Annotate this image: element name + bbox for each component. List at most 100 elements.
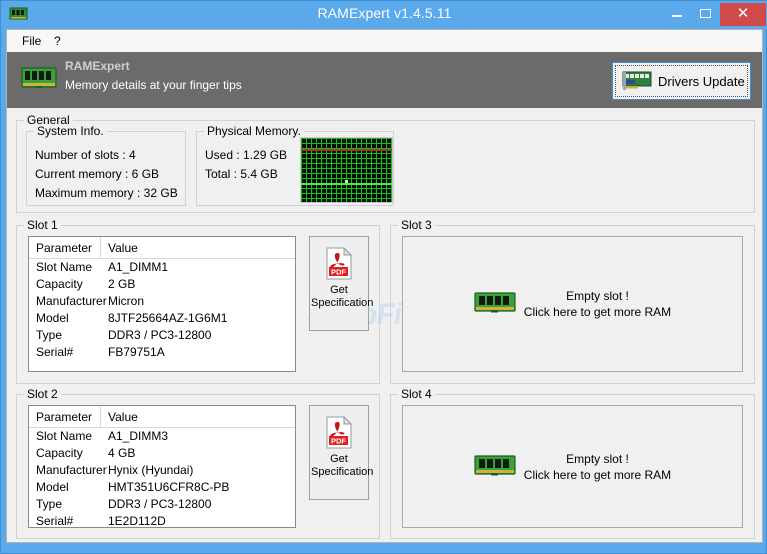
drivers-update-button[interactable]: Drivers Update [612,62,751,100]
window-title: RAMExpert v1.4.5.11 [1,5,767,21]
physical-memory-group: Physical Memory. Used : 1.29 GB Total : … [196,131,394,206]
row-parameter: Serial# [36,345,73,359]
pdf-icon: PDF [325,247,353,280]
row-value: DDR3 / PC3-12800 [108,328,211,342]
application-window: RAMExpert v1.4.5.11 ✕ File ? RA [0,0,767,554]
get-specification-label-line2: Specification [310,297,368,310]
slot-1-table[interactable]: Parameter Value Slot Name A1_DIMM1 Capac… [28,236,296,372]
title-bar: RAMExpert v1.4.5.11 ✕ [1,1,767,29]
slot-2-table[interactable]: Parameter Value Slot Name A1_DIMM3 Capac… [28,405,296,528]
table-row[interactable]: Serial# 1E2D112D [29,513,295,530]
header-value: Value [108,241,138,255]
general-group: General System Info. Number of slots : 4… [16,120,755,213]
slot-3-empty-text: Empty slot ! Click here to get more RAM [524,288,671,320]
slot-4-empty-panel[interactable]: Empty slot ! Click here to get more RAM [402,405,743,528]
slot-3-empty-content: Empty slot ! Click here to get more RAM [403,288,742,320]
svg-text:PDF: PDF [331,436,346,445]
row-value: 4 GB [108,446,135,460]
table-row[interactable]: Model 8JTF25664AZ-1G6M1 [29,310,295,327]
row-value: Micron [108,294,144,308]
row-value: Hynix (Hyundai) [108,463,193,477]
ram-module-icon [474,290,516,318]
slot-4-group: Slot 4 Empty slot ! Click here to ge [390,394,755,539]
slot-2-title: Slot 2 [24,387,61,401]
get-specification-label-line1: Get [310,284,368,297]
minimize-icon [672,15,682,17]
row-value: FB79751A [108,345,165,359]
slot-4-empty-text: Empty slot ! Click here to get more RAM [524,451,671,483]
row-value: 8JTF25664AZ-1G6M1 [108,311,227,325]
physical-memory-used: Used : 1.29 GB [205,148,287,162]
row-parameter: Slot Name [36,260,92,274]
table-row[interactable]: Slot Name A1_DIMM3 [29,428,295,445]
memory-graph-cursor-dot [345,180,348,183]
maximize-button[interactable] [691,3,720,25]
table-row[interactable]: Serial# FB79751A [29,344,295,361]
row-parameter: Capacity [36,277,83,291]
ram-module-icon [474,453,516,481]
pci-card-icon [622,69,652,93]
slot-1-table-header: Parameter Value [29,237,295,259]
system-info-line-maximum: Maximum memory : 32 GB [35,186,178,200]
slot-2-group: Slot 2 Parameter Value Slot Name A1_DIMM… [16,394,380,539]
close-button[interactable]: ✕ [720,3,766,26]
drivers-update-button-inner: Drivers Update [615,65,748,97]
row-parameter: Slot Name [36,429,92,443]
memory-graph-used-line [301,183,392,185]
table-row[interactable]: Slot Name A1_DIMM1 [29,259,295,276]
row-parameter: Type [36,328,62,342]
menu-bar: File ? [6,29,763,52]
row-value: A1_DIMM3 [108,429,168,443]
slot-4-empty-content: Empty slot ! Click here to get more RAM [403,451,742,483]
row-value: 2 GB [108,277,135,291]
table-row[interactable]: Manufacturer Micron [29,293,295,310]
table-row[interactable]: Model HMT351U6CFR8C-PB [29,479,295,496]
row-parameter: Model [36,311,69,325]
system-info-line-current: Current memory : 6 GB [35,167,159,181]
empty-slot-line2: Click here to get more RAM [524,304,671,320]
memory-graph-grid [301,138,392,202]
window-controls: ✕ [662,3,766,27]
slot-2-get-specification-button[interactable]: PDF Get Specification [309,405,369,500]
header-value: Value [108,410,138,424]
banner-subtitle: Memory details at your finger tips [65,78,242,92]
client-area: SnapFiles General System Info. Number of… [6,108,763,543]
close-icon: ✕ [720,3,766,26]
table-row[interactable]: Capacity 4 GB [29,445,295,462]
memory-usage-graph [300,137,393,203]
column-separator [100,237,101,258]
row-value: A1_DIMM1 [108,260,168,274]
menu-item-file[interactable]: File [17,33,46,49]
menu-item-help[interactable]: ? [49,33,66,49]
row-parameter: Manufacturer [36,294,107,308]
empty-slot-line1: Empty slot ! [524,451,671,467]
slot-3-empty-panel[interactable]: Empty slot ! Click here to get more RAM [402,236,743,372]
table-row[interactable]: Type DDR3 / PC3-12800 [29,327,295,344]
slot-1-title: Slot 1 [24,218,61,232]
table-row[interactable]: Manufacturer Hynix (Hyundai) [29,462,295,479]
row-value: DDR3 / PC3-12800 [108,497,211,511]
slot-1-get-specification-button[interactable]: PDF Get Specification [309,236,369,331]
column-separator [100,406,101,427]
system-info-group: System Info. Number of slots : 4 Current… [26,131,186,206]
banner-ram-module-icon [21,64,57,94]
get-specification-label-line2: Specification [310,466,368,479]
row-parameter: Serial# [36,514,73,528]
slot-1-group: Slot 1 Parameter Value Slot Name A1_DIMM… [16,225,380,384]
physical-memory-title: Physical Memory. [204,124,304,138]
row-value: 1E2D112D [108,514,166,528]
empty-slot-line1: Empty slot ! [524,288,671,304]
row-value: HMT351U6CFR8C-PB [108,480,229,494]
get-specification-label-line1: Get [310,453,368,466]
slot-3-title: Slot 3 [398,218,435,232]
maximize-icon [700,9,711,18]
slot-3-group: Slot 3 Empty slot ! Click here to ge [390,225,755,384]
header-parameter: Parameter [36,410,92,424]
table-row[interactable]: Type DDR3 / PC3-12800 [29,496,295,513]
header-parameter: Parameter [36,241,92,255]
table-row[interactable]: Capacity 2 GB [29,276,295,293]
banner-title: RAMExpert [65,59,130,73]
physical-memory-total: Total : 5.4 GB [205,167,278,181]
slot-4-title: Slot 4 [398,387,435,401]
minimize-button[interactable] [662,3,691,25]
